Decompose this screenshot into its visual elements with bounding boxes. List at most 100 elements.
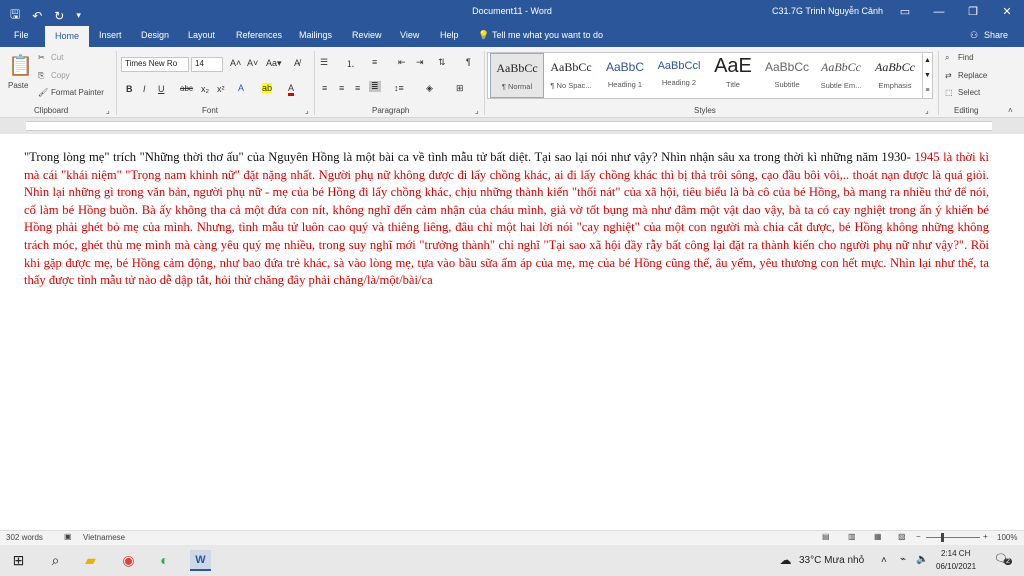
borders-icon[interactable]: ⊞ — [456, 83, 464, 94]
sort-icon[interactable]: ⇅ — [438, 57, 446, 68]
tab-help[interactable]: Help — [440, 30, 459, 40]
multilevel-list-icon[interactable]: ≡ — [372, 57, 377, 67]
share-button[interactable]: Share — [984, 30, 1008, 40]
underline-icon[interactable]: U — [158, 84, 165, 94]
paste-icon[interactable]: 📋 — [8, 53, 33, 78]
chrome-icon[interactable]: ◉ — [118, 550, 139, 571]
style-no-spacing[interactable]: AaBbCc ¶ No Spac... — [544, 53, 598, 98]
italic-icon[interactable]: I — [143, 84, 146, 94]
zoom-level[interactable]: 100% — [997, 533, 1017, 542]
restore-button[interactable]: ❐ — [956, 0, 990, 24]
search-icon[interactable]: ⌕ — [45, 550, 66, 571]
zoom-in-icon[interactable]: + — [983, 532, 988, 541]
clock-time[interactable]: 2:14 CH — [941, 549, 970, 558]
find-button[interactable]: Find — [958, 53, 974, 62]
clipboard-launcher-icon[interactable]: ⌟ — [106, 106, 110, 115]
style-subtle-emphasis[interactable]: AaBbCc Subtle Em... — [814, 53, 868, 98]
tab-layout[interactable]: Layout — [188, 30, 215, 40]
volume-icon[interactable]: 🔈 — [916, 554, 928, 565]
coccoc-browser-icon[interactable]: ◐ — [154, 550, 175, 571]
strikethrough-icon[interactable]: abc — [180, 84, 193, 93]
collapse-ribbon-icon[interactable]: ˄ — [1008, 106, 1013, 115]
minimize-button[interactable]: — — [922, 0, 956, 24]
focus-mode-icon[interactable]: ▤ — [822, 532, 830, 541]
proofing-icon[interactable]: ▣ — [64, 532, 72, 541]
zoom-slider-thumb[interactable] — [941, 533, 944, 542]
text-effects-icon[interactable]: A — [238, 83, 244, 93]
style-heading-2[interactable]: AaBbCcl Heading 2 — [652, 53, 706, 98]
line-spacing-icon[interactable]: ↕≡ — [394, 83, 404, 93]
style-heading-1[interactable]: AaBbC Heading 1 — [598, 53, 652, 98]
shrink-font-icon[interactable]: A˅ — [247, 58, 258, 68]
grow-font-icon[interactable]: A˄ — [230, 58, 241, 68]
font-name-box[interactable]: Times New Ro — [121, 57, 189, 72]
replace-button[interactable]: Replace — [958, 71, 987, 80]
paste-button[interactable]: Paste — [8, 81, 28, 90]
clock-date[interactable]: 06/10/2021 — [936, 562, 976, 571]
tab-view[interactable]: View — [400, 30, 419, 40]
zoom-slider[interactable] — [926, 537, 980, 538]
document-paragraph[interactable]: "Trong lòng mẹ" trích "Những thời thơ ấu… — [24, 149, 989, 290]
print-layout-icon[interactable]: ▦ — [874, 532, 882, 541]
superscript-icon[interactable]: x² — [217, 84, 225, 94]
word-app-icon[interactable]: W — [190, 550, 211, 571]
paragraph-launcher-icon[interactable]: ⌟ — [475, 106, 479, 115]
tab-design[interactable]: Design — [141, 30, 169, 40]
style-normal[interactable]: AaBbCc ¶ Normal — [490, 53, 544, 98]
word-count[interactable]: 302 words — [6, 533, 43, 542]
copy-button[interactable]: Copy — [51, 71, 70, 80]
font-color-icon[interactable]: A — [288, 83, 295, 96]
language-status[interactable]: Vietnamese — [83, 533, 125, 542]
show-formatting-marks-icon[interactable]: ¶ — [466, 57, 471, 67]
close-button[interactable]: ✕ — [990, 0, 1024, 24]
align-right-icon[interactable]: ≡ — [355, 83, 360, 93]
zoom-out-icon[interactable]: − — [916, 532, 921, 541]
style-preview: AaE — [714, 55, 752, 77]
highlight-icon[interactable]: ab — [262, 83, 273, 93]
numbering-icon[interactable]: ⒈ — [346, 57, 355, 70]
style-title[interactable]: AaE Title — [706, 53, 760, 98]
font-launcher-icon[interactable]: ⌟ — [305, 106, 309, 115]
format-painter-button[interactable]: Format Painter — [51, 88, 104, 97]
file-explorer-icon[interactable]: ▰ — [80, 550, 101, 571]
styles-scroll[interactable]: ▲ ▼ ≡ — [922, 53, 932, 98]
cut-button[interactable]: Cut — [51, 53, 63, 62]
tab-home[interactable]: Home — [45, 26, 89, 47]
document-page[interactable]: "Trong lòng mẹ" trích "Những thời thơ ấu… — [0, 134, 1024, 530]
tab-insert[interactable]: Insert — [99, 30, 122, 40]
align-center-icon[interactable]: ≡ — [339, 83, 344, 93]
styles-launcher-icon[interactable]: ⌟ — [925, 106, 929, 115]
weather-status[interactable]: 33°C Mưa nhỏ — [799, 555, 864, 566]
windows-start-icon[interactable]: ⊞ — [8, 550, 29, 571]
font-group-label: Font — [202, 106, 219, 115]
shading-icon[interactable]: ◈ — [426, 83, 433, 94]
style-name: Subtitle — [774, 80, 800, 89]
tray-chevron-icon[interactable]: ˄ — [881, 555, 887, 566]
share-icon: ⚇ — [970, 30, 979, 40]
tab-review[interactable]: Review — [352, 30, 382, 40]
decrease-indent-icon[interactable]: ⇤ — [398, 57, 406, 68]
read-mode-icon[interactable]: ▥ — [848, 532, 856, 541]
user-name[interactable]: C31.7G Trinh Nguyễn Cảnh — [772, 6, 883, 16]
web-layout-icon[interactable]: ▧ — [898, 532, 906, 541]
clear-formatting-icon[interactable]: A̸ — [294, 58, 300, 68]
style-subtitle[interactable]: AaBbCc Subtitle — [760, 53, 814, 98]
align-left-icon[interactable]: ≡ — [322, 83, 327, 93]
style-emphasis[interactable]: AaBbCc Emphasis — [868, 53, 922, 98]
select-button[interactable]: Select — [958, 88, 980, 97]
tab-mailings[interactable]: Mailings — [299, 30, 332, 40]
tab-references[interactable]: References — [236, 30, 282, 40]
style-name: ¶ Normal — [501, 82, 533, 91]
font-size-box[interactable]: 14 — [191, 57, 223, 72]
ruler[interactable] — [0, 118, 1024, 134]
tab-file[interactable]: File — [14, 30, 29, 40]
bullets-icon[interactable]: ☰ — [320, 57, 328, 68]
network-icon[interactable]: ⌁ — [900, 554, 906, 565]
ribbon-display-options-icon[interactable]: ▭ — [888, 0, 922, 24]
change-case-icon[interactable]: Aa▾ — [266, 58, 282, 69]
subscript-icon[interactable]: x₂ — [201, 84, 209, 94]
bold-icon[interactable]: B — [126, 84, 133, 94]
tell-me-search[interactable]: Tell me what you want to do — [492, 30, 603, 40]
justify-icon[interactable]: ≣ — [369, 81, 381, 92]
increase-indent-icon[interactable]: ⇥ — [416, 57, 424, 68]
